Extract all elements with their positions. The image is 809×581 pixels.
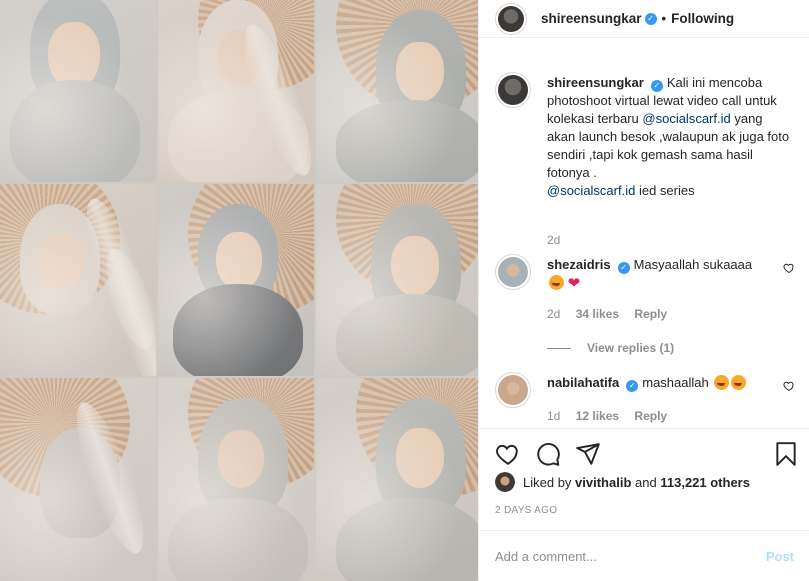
likes-summary: Liked by vivithalib and 113,221 others [495, 472, 750, 492]
comment-body: mashaallah [642, 375, 709, 390]
photo-cell [0, 184, 156, 376]
caption-body: ied series [635, 183, 695, 198]
small-heart-icon[interactable] [783, 262, 795, 274]
likes-count-link[interactable]: 113,221 others [660, 475, 750, 490]
comment-input[interactable] [495, 548, 766, 564]
liker-username[interactable]: vivithalib [575, 475, 631, 490]
small-heart-icon[interactable] [783, 380, 795, 392]
heart-icon[interactable] [495, 441, 521, 467]
commenter-avatar[interactable] [495, 254, 531, 290]
verified-badge-icon: ✓ [617, 262, 630, 274]
photo-cell [158, 378, 314, 581]
post-timestamp[interactable]: 2 DAYS AGO [495, 505, 557, 516]
likes-prefix: Liked by [523, 474, 572, 490]
reply-button[interactable]: Reply [634, 307, 667, 321]
comment-age: 1d [547, 409, 561, 423]
view-replies-button[interactable]: View replies (1) [547, 341, 674, 355]
comment-body: Masyaallah sukaaaa [633, 257, 753, 272]
comment-text: nabilahatifa ✓ mashaallah [547, 374, 793, 394]
caption-age: 2d [547, 233, 561, 247]
red-heart-emoji-icon: ❤ [567, 275, 581, 292]
photo-cell [158, 184, 314, 376]
comment-likes[interactable]: 34 likes [576, 307, 619, 321]
comment-likes[interactable]: 12 likes [576, 409, 619, 423]
mention-link[interactable]: @socialscarf.id [547, 183, 635, 198]
comment-meta: 1d 12 likes Reply [547, 409, 679, 423]
comment-username[interactable]: shezaidris [547, 257, 611, 272]
photo-cell [316, 184, 478, 376]
heart-eyes-emoji-icon [714, 375, 730, 394]
reply-button[interactable]: Reply [634, 409, 667, 423]
photo-cell [158, 0, 314, 182]
share-icon[interactable] [575, 441, 601, 467]
photo-cell [316, 0, 478, 182]
author-avatar[interactable] [495, 72, 531, 108]
view-replies-label: View replies (1) [587, 341, 675, 355]
caption-text: shireensungkar ✓ Kali ini mencoba photosho… [547, 74, 793, 200]
add-comment-bar: Post [479, 530, 809, 581]
separator-dot: • [661, 11, 667, 26]
caption-username[interactable]: shireensungkar [547, 75, 644, 90]
author-avatar[interactable] [495, 2, 527, 35]
post-button[interactable]: Post [766, 549, 794, 564]
liker-avatar[interactable] [495, 472, 515, 492]
post-header: shireensungkar ✓ • Following [479, 0, 809, 38]
verified-badge-icon: ✓ [626, 380, 639, 392]
commenter-avatar[interactable] [495, 372, 531, 408]
comment-icon[interactable] [535, 441, 561, 467]
following-button[interactable]: Following [671, 11, 734, 26]
mention-link[interactable]: @socialscarf.id [642, 111, 730, 126]
comment-text: shezaidris ✓Masyaallah sukaaaa ❤ [547, 256, 793, 294]
replies-divider [547, 347, 571, 349]
comment-meta: 2d 34 likes Reply [547, 307, 679, 321]
heart-eyes-emoji-icon [549, 275, 564, 294]
verified-badge-icon: ✓ [644, 12, 657, 25]
photo-cell [0, 378, 156, 581]
comment-age: 2d [547, 307, 561, 321]
post-photo[interactable] [0, 0, 478, 581]
comment-username[interactable]: nabilahatifa [547, 375, 619, 390]
action-bar [479, 428, 809, 478]
photo-cell [316, 378, 478, 581]
photo-cell [0, 0, 156, 182]
verified-badge-icon: ✓ [650, 80, 663, 92]
likes-conj: and [635, 474, 657, 490]
author-username[interactable]: shireensungkar [541, 11, 642, 26]
post-side-panel: shireensungkar ✓ • Following shireensung… [478, 0, 809, 581]
comments-list[interactable]: shireensungkar ✓ Kali ini mencoba photosho… [479, 58, 809, 428]
heart-eyes-emoji-icon [731, 375, 747, 394]
bookmark-icon[interactable] [773, 441, 799, 467]
